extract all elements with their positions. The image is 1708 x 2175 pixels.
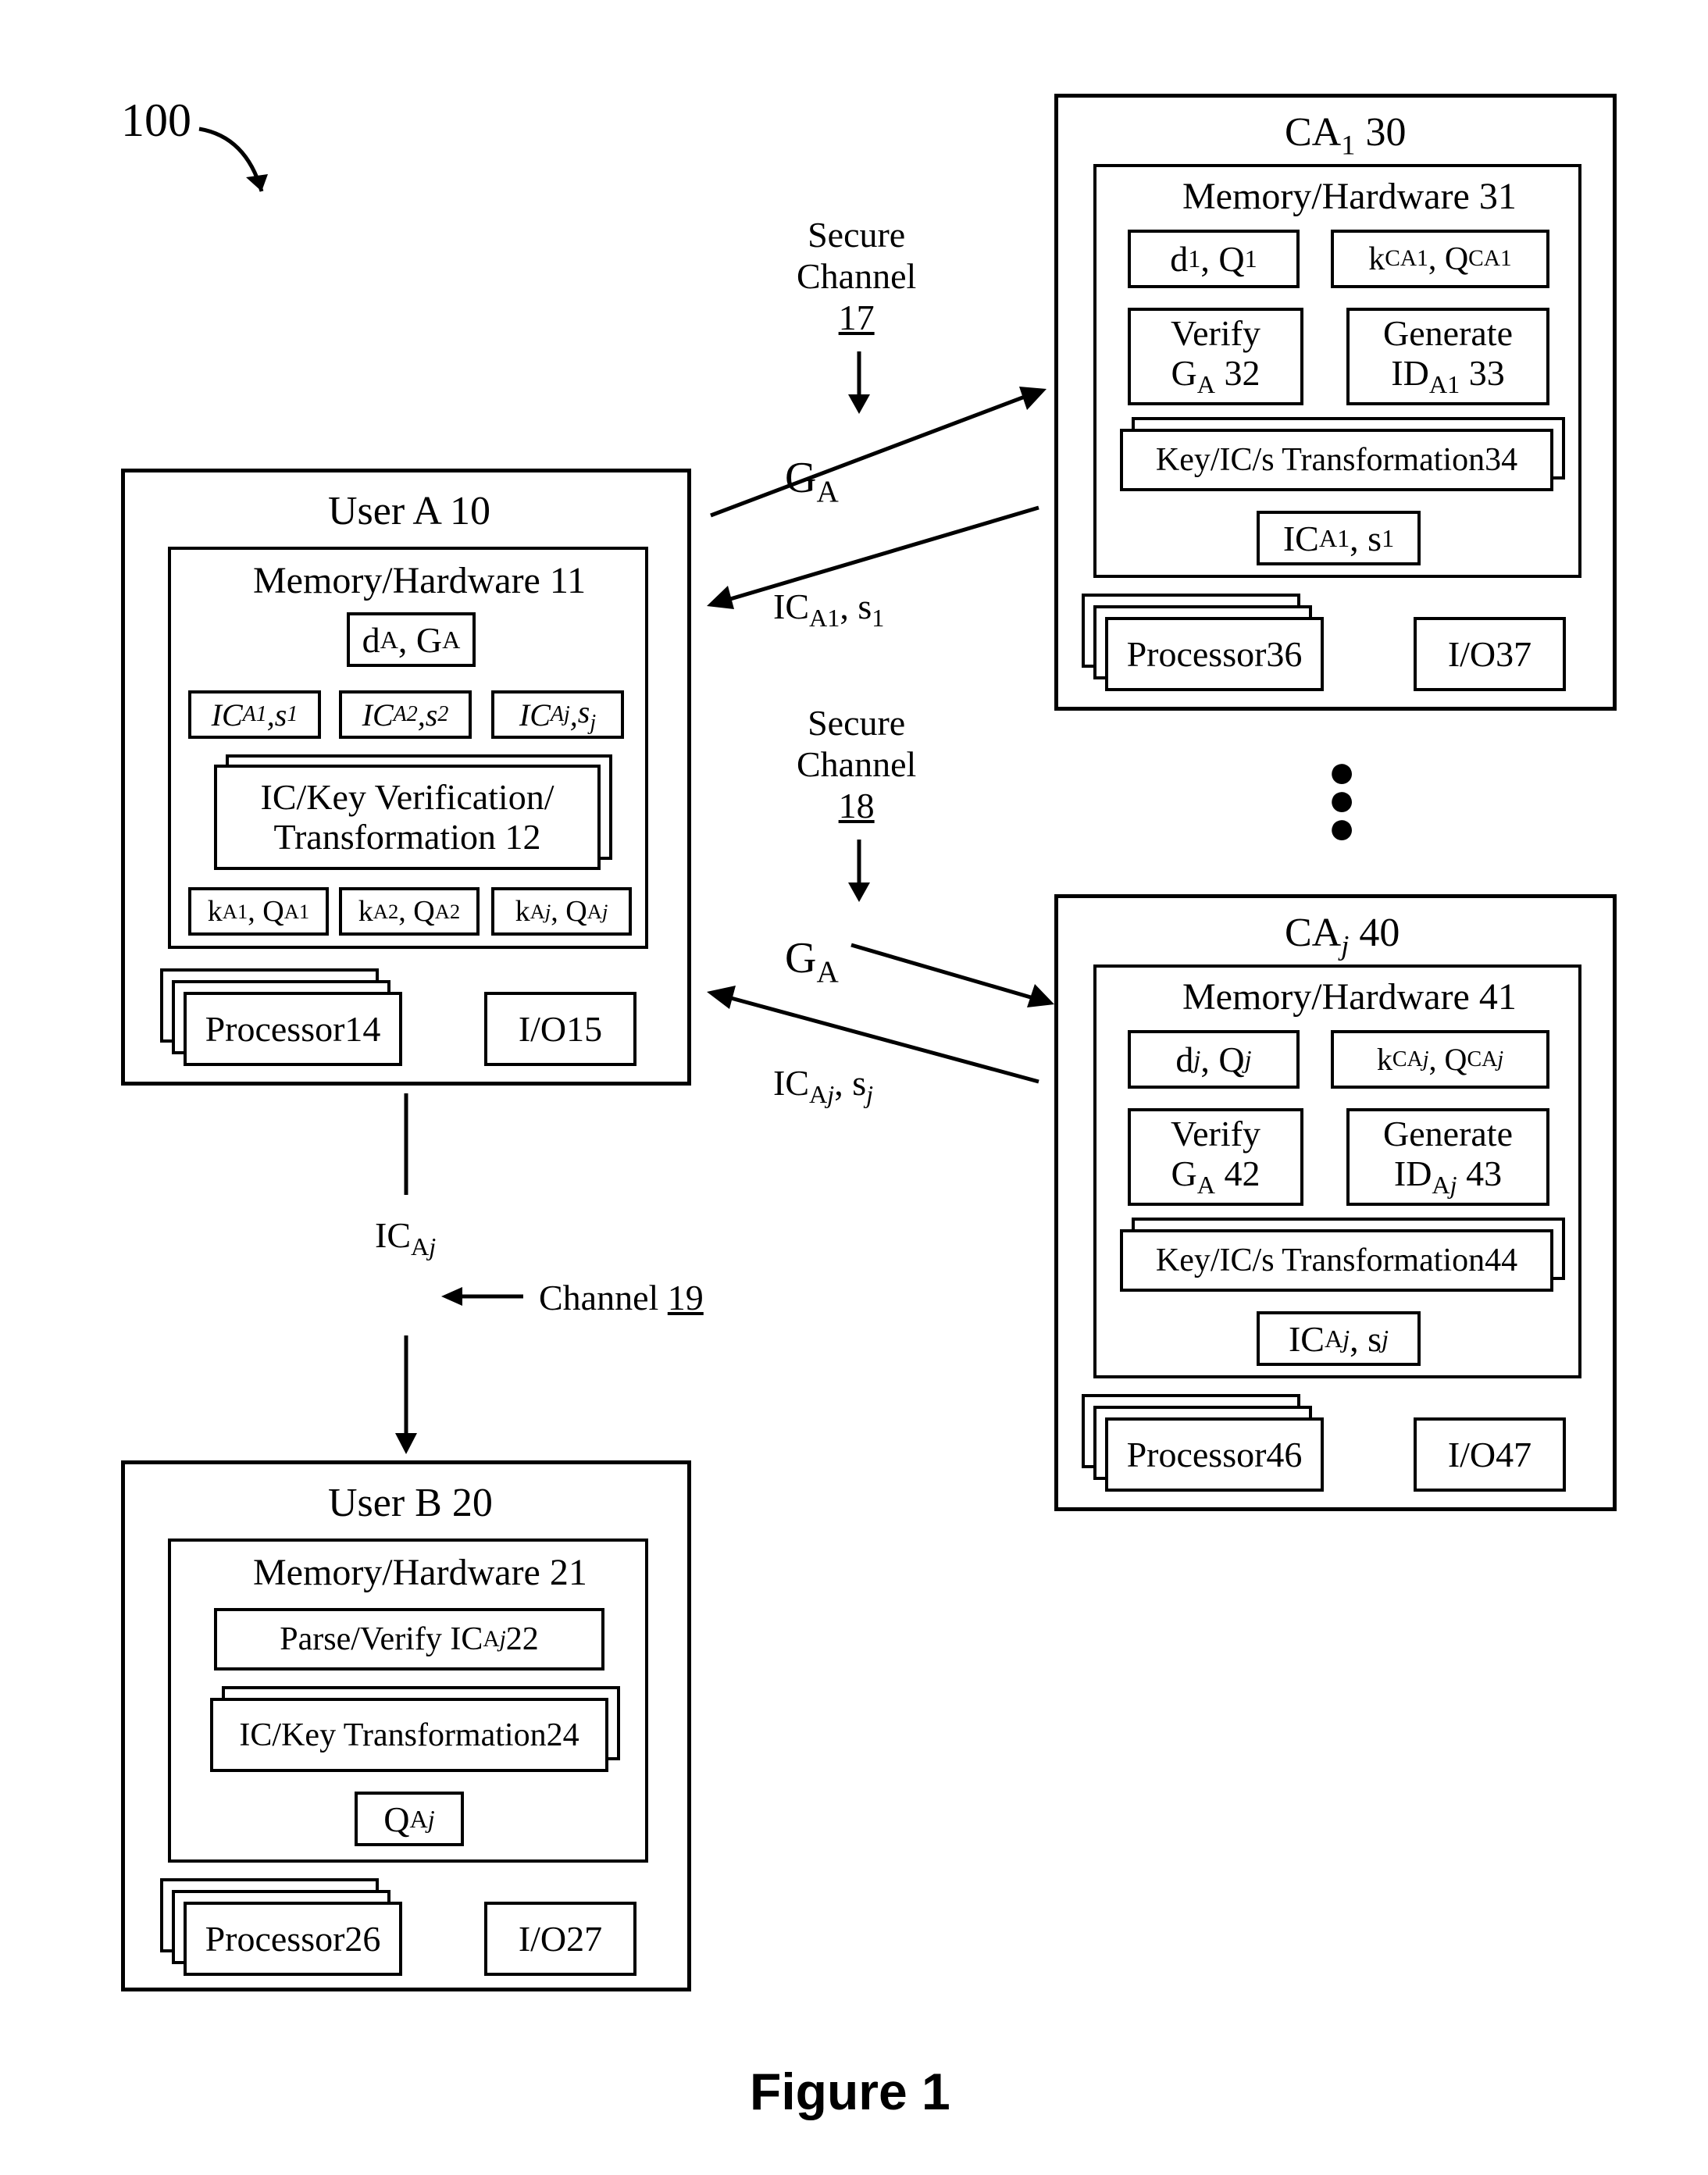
arrow-sc18-down (843, 840, 875, 910)
ref-arrow (191, 121, 285, 215)
ca1-verify: Verify GA 32 (1128, 308, 1303, 405)
caj-proc: Processor 46 (1105, 1417, 1324, 1492)
secure17-l3: 17 (797, 298, 916, 339)
user-a-kj: kAj, QAj (491, 887, 632, 936)
user-b-title: User B 20 (328, 1480, 493, 1526)
caj-mem-title: Memory/Hardware 41 (1182, 975, 1517, 1018)
user-a-verify-l1: IC/Key Verification/ (261, 778, 554, 818)
user-a-mem-title: Memory/Hardware 11 (253, 559, 586, 602)
ca1-kq: kCA1, QCA1 (1331, 230, 1549, 288)
vertical-dots: ●●● (1328, 758, 1356, 842)
user-b-parse: Parse/Verify ICAj 22 (214, 1608, 604, 1670)
ca1-box: CA1 30 Memory/Hardware 31 d1, Q1 kCA1, Q… (1054, 94, 1617, 711)
user-b-proc: Processor 26 (184, 1902, 402, 1976)
caj-box: CAj 40 Memory/Hardware 41 dj, Qj kCAj, Q… (1054, 894, 1617, 1511)
arrow-channel19 (437, 1281, 531, 1312)
caj-verify-l1: Verify (1171, 1114, 1260, 1154)
caj-gen: Generate IDAj 43 (1346, 1108, 1549, 1206)
ca1-dq: d1, Q1 (1128, 230, 1300, 288)
ca1-ics: ICA1, s1 (1257, 511, 1421, 565)
caj-io: I/O 47 (1414, 1417, 1566, 1492)
caj-mem: Memory/Hardware 41 dj, Qj kCAj, QCAj Ver… (1093, 964, 1581, 1378)
user-a-k2: kA2, QA2 (339, 887, 480, 936)
user-a-title: User A 10 (328, 488, 490, 534)
caj-title: CAj 40 (1285, 910, 1400, 961)
secure17-l1: Secure (797, 215, 916, 256)
ca1-proc: Processor 36 (1105, 617, 1324, 691)
user-a-mem: Memory/Hardware 11 dA, GA ICA1, s1 ICA2,… (168, 547, 648, 949)
channel-19-label: Channel 19 (539, 1277, 704, 1318)
ca1-gen-l2: IDA1 33 (1391, 354, 1504, 399)
caj-trans: Key/IC/s Transformation 44 (1120, 1229, 1553, 1292)
ref-num-100: 100 (121, 94, 191, 148)
user-a-verify-l2: Transformation 12 (273, 818, 540, 858)
user-a-box: User A 10 Memory/Hardware 11 dA, GA ICA1… (121, 469, 691, 1086)
user-a-ic2: ICA2, s2 (339, 690, 472, 739)
ca1-mem-title: Memory/Hardware 31 (1182, 175, 1517, 218)
caj-kq: kCAj, QCAj (1331, 1030, 1549, 1089)
secure18-l3: 18 (797, 786, 916, 827)
user-a-ic1: ICA1, s1 (188, 690, 321, 739)
secure-channel-17: Secure Channel 17 (797, 215, 916, 339)
user-a-icj: ICAj, sj (491, 690, 624, 739)
caj-gen-l1: Generate (1383, 1114, 1513, 1154)
user-a-k1: kA1, QA1 (188, 887, 329, 936)
ca1-io: I/O 37 (1414, 617, 1566, 691)
secure17-l2: Channel (797, 256, 916, 298)
secure18-l2: Channel (797, 744, 916, 786)
arrow-a-to-b (389, 1093, 423, 1460)
ca1-title: CA1 30 (1285, 109, 1406, 161)
caj-verify: Verify GA 42 (1128, 1108, 1303, 1206)
user-b-mem: Memory/Hardware 21 Parse/Verify ICAj 22 … (168, 1539, 648, 1863)
figure-caption: Figure 1 (750, 2062, 950, 2121)
ca1-trans: Key/IC/s Transformation 34 (1120, 429, 1553, 491)
caj-dq: dj, Qj (1128, 1030, 1300, 1089)
user-a-dG: dA, GA (347, 612, 476, 667)
user-b-q: QAj (355, 1792, 464, 1846)
caj-gen-l2: IDAj 43 (1394, 1154, 1502, 1200)
caj-verify-l2: GA 42 (1171, 1154, 1260, 1200)
user-b-box: User B 20 Memory/Hardware 21 Parse/Verif… (121, 1460, 691, 1991)
ca1-mem: Memory/Hardware 31 d1, Q1 kCA1, QCA1 Ver… (1093, 164, 1581, 578)
user-a-io: I/O 15 (484, 992, 636, 1066)
diagram-page: 100 User A 10 Memory/Hardware 11 dA, GA … (0, 0, 1708, 2175)
secure-channel-18: Secure Channel 18 (797, 703, 916, 827)
ca1-gen: Generate IDA1 33 (1346, 308, 1549, 405)
caj-ics: ICAj, sj (1257, 1311, 1421, 1366)
ca1-verify-l1: Verify (1171, 314, 1260, 354)
user-b-mem-title: Memory/Hardware 21 (253, 1551, 587, 1594)
user-b-io: I/O 27 (484, 1902, 636, 1976)
ca1-gen-l1: Generate (1383, 314, 1513, 354)
user-b-trans: IC/Key Transformation 24 (210, 1698, 608, 1772)
user-a-proc: Processor 14 (184, 992, 402, 1066)
arrow-icaj-return (703, 976, 1047, 1093)
secure18-l1: Secure (797, 703, 916, 744)
ca1-verify-l2: GA 32 (1171, 354, 1260, 399)
icaj-vertical-label: ICAj (375, 1214, 436, 1261)
arrow-ica1-return (703, 500, 1047, 617)
user-a-verify: IC/Key Verification/ Transformation 12 (214, 765, 601, 870)
